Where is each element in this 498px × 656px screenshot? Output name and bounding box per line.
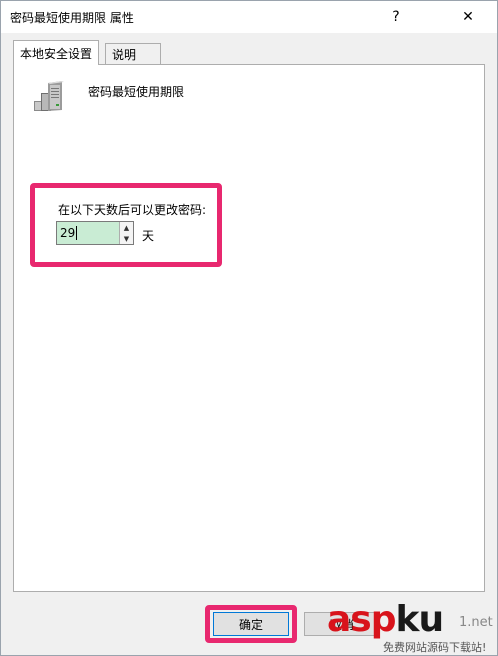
text-caret	[76, 226, 77, 240]
arrow-down-icon: ▼	[123, 234, 130, 243]
ok-highlight-box	[205, 605, 297, 643]
close-icon: ✕	[462, 9, 474, 25]
watermark-suffix: 1.net	[459, 615, 493, 630]
tab-panel: 密码最短使用期限 在以下天数后可以更改密码: ▲ ▼ 天	[13, 64, 485, 592]
properties-dialog: 密码最短使用期限 属性 ? ✕ 本地安全设置 说明 密码最短使用期限 在以下天数…	[0, 0, 498, 656]
days-label: 在以下天数后可以更改密码:	[58, 203, 207, 217]
help-icon: ?	[392, 9, 400, 25]
server-icon	[34, 81, 64, 111]
help-button[interactable]: ?	[376, 1, 416, 33]
window-title: 密码最短使用期限 属性	[10, 11, 134, 25]
watermark-brand: aspku	[327, 599, 444, 640]
days-stepper[interactable]: ▲ ▼	[56, 221, 134, 245]
days-unit-label: 天	[142, 229, 155, 243]
close-button[interactable]: ✕	[448, 1, 488, 33]
watermark-logo: aspku 1.net 免费网站源码下载站!	[327, 599, 497, 655]
tab-local-security-setting[interactable]: 本地安全设置	[13, 40, 100, 65]
spin-down-button[interactable]: ▼	[120, 233, 133, 244]
tab-explain[interactable]: 说明	[105, 43, 161, 64]
watermark-subtitle: 免费网站源码下载站!	[383, 641, 487, 654]
policy-name: 密码最短使用期限	[88, 85, 185, 99]
title-bar[interactable]: 密码最短使用期限 属性 ? ✕	[1, 1, 497, 33]
tab-strip: 本地安全设置 说明	[13, 40, 485, 65]
days-input[interactable]	[57, 222, 119, 244]
spin-buttons: ▲ ▼	[119, 222, 133, 244]
arrow-up-icon: ▲	[123, 223, 130, 232]
